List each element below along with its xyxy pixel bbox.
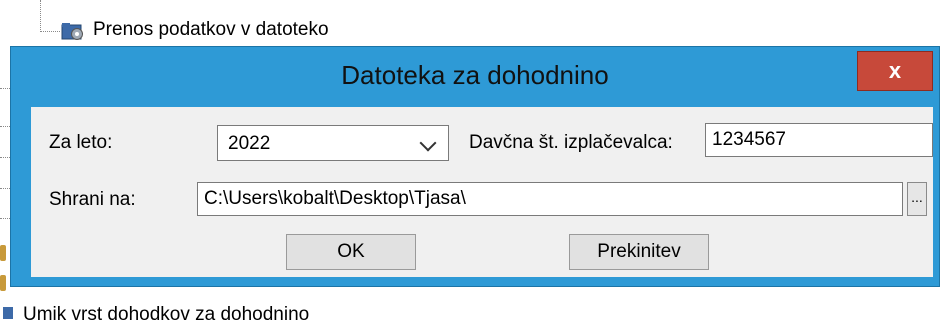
year-label: Za leto: — [49, 132, 113, 153]
save-to-label: Shrani na: — [49, 189, 136, 210]
year-value: 2022 — [228, 133, 271, 154]
tree-item-label[interactable]: Umik vrst dohodkov za dohodnino — [23, 303, 309, 326]
tree-item-icon — [0, 275, 6, 291]
close-button[interactable]: x — [857, 51, 933, 91]
tree-connector — [0, 188, 10, 189]
tree-connector — [0, 126, 10, 127]
cancel-button[interactable]: Prekinitev — [569, 234, 709, 270]
browse-button[interactable]: ... — [907, 182, 927, 216]
dialog-window: Datoteka za dohodnino x Za leto: 2022 Da… — [10, 46, 940, 287]
tax-number-input[interactable] — [705, 123, 933, 157]
tax-number-label: Davčna št. izplačevalca: — [469, 132, 673, 153]
tree-item-icon — [0, 245, 6, 261]
close-icon: x — [888, 58, 902, 83]
tree-connector — [40, 0, 41, 32]
dialog-title: Datoteka za dohodnino — [341, 60, 609, 90]
chevron-down-icon[interactable] — [419, 134, 437, 152]
tree-item-label[interactable]: Prenos podatkov v datoteko — [93, 18, 329, 42]
gear-folder-icon — [61, 23, 83, 40]
tree-item-icon — [3, 307, 13, 319]
tree-connector — [0, 157, 10, 158]
tree-connector — [0, 88, 10, 89]
ok-button[interactable]: OK — [286, 234, 416, 270]
tree-view-top: Prenos podatkov v datoteko — [0, 0, 940, 46]
year-select[interactable]: 2022 — [217, 125, 449, 161]
tree-connector — [0, 218, 10, 219]
dialog-body: Za leto: 2022 Davčna št. izplačevalca: S… — [31, 107, 933, 277]
tree-connector — [40, 31, 60, 32]
save-path-input[interactable] — [197, 182, 903, 216]
